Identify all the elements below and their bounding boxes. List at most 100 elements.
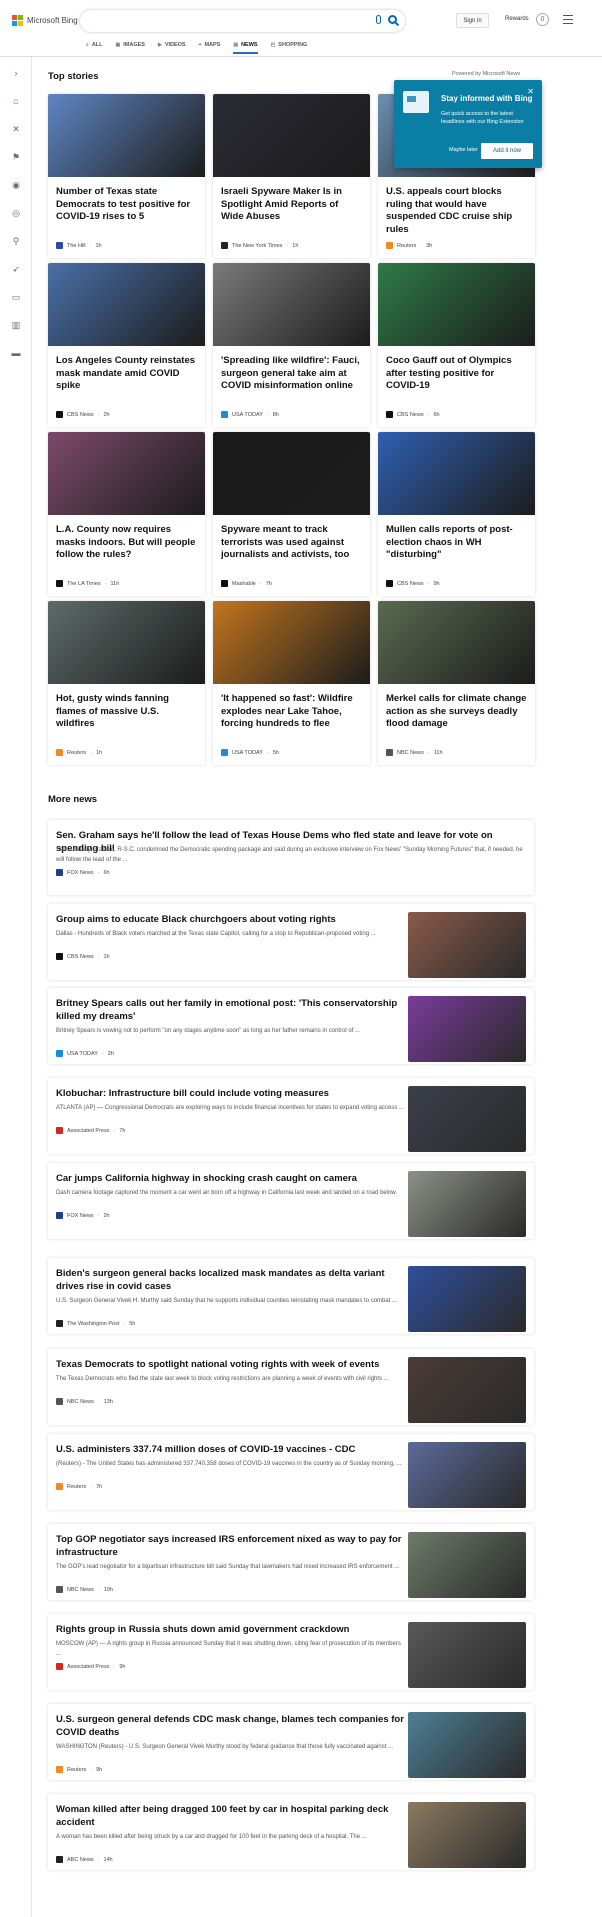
story-title[interactable]: 'Spreading like wildfire': Fauci, surgeo…	[221, 355, 363, 393]
story-image[interactable]	[213, 263, 370, 346]
tab-videos[interactable]: ▶ VIDEOS	[158, 39, 186, 51]
publisher-name[interactable]: Reuters	[67, 1484, 86, 1490]
news-thumbnail[interactable]	[408, 1171, 526, 1237]
sign-in-button[interactable]: Sign in	[456, 13, 489, 28]
publisher-name[interactable]: CBS News	[397, 581, 424, 587]
publisher-name[interactable]: USA TODAY	[232, 750, 263, 756]
story-card[interactable]: 'Spreading like wildfire': Fauci, surgeo…	[213, 263, 370, 427]
story-title[interactable]: 'It happened so fast': Wildfire explodes…	[221, 693, 363, 731]
bank-icon[interactable]: ▥	[10, 319, 22, 331]
news-title[interactable]: Klobuchar: Infrastructure bill could inc…	[56, 1087, 404, 1100]
tab-shopping[interactable]: ◰ SHOPPING	[271, 39, 308, 51]
news-title[interactable]: Biden's surgeon general backs localized …	[56, 1267, 404, 1293]
publisher-name[interactable]: Reuters	[397, 243, 416, 249]
news-thumbnail[interactable]	[408, 912, 526, 978]
publisher-name[interactable]: The Hill	[67, 243, 86, 249]
news-row[interactable]: Biden's surgeon general backs localized …	[48, 1258, 534, 1334]
expand-arrow-icon[interactable]: ›	[10, 67, 22, 79]
news-title[interactable]: Rights group in Russia shuts down amid g…	[56, 1623, 404, 1636]
story-image[interactable]	[378, 263, 535, 346]
publisher-name[interactable]: CBS News	[67, 954, 94, 960]
menu-icon[interactable]	[563, 15, 573, 24]
publisher-name[interactable]: The LA Times	[67, 581, 101, 587]
rewards-link[interactable]: Rewards	[505, 16, 529, 22]
news-title[interactable]: U.S. administers 337.74 million doses of…	[56, 1443, 404, 1456]
tab-maps[interactable]: ⌖ MAPS	[199, 39, 221, 51]
news-row[interactable]: U.S. surgeon general defends CDC mask ch…	[48, 1704, 534, 1780]
tab-all[interactable]: ⌕ ALL	[86, 39, 103, 51]
search-input[interactable]	[80, 10, 405, 32]
story-title[interactable]: Hot, gusty winds fanning flames of massi…	[56, 693, 198, 731]
news-title[interactable]: Top GOP negotiator says increased IRS en…	[56, 1533, 404, 1559]
publisher-name[interactable]: CBS News	[397, 412, 424, 418]
story-card[interactable]: L.A. County now requires masks indoors. …	[48, 432, 205, 596]
news-thumbnail[interactable]	[408, 1712, 526, 1778]
tab-images[interactable]: ▣ IMAGES	[116, 39, 145, 51]
story-image[interactable]	[48, 94, 205, 177]
publisher-name[interactable]: Reuters	[67, 750, 86, 756]
search-icon[interactable]	[388, 15, 397, 24]
publisher-name[interactable]: FOX News	[67, 870, 94, 876]
story-image[interactable]	[378, 432, 535, 515]
story-title[interactable]: Los Angeles County reinstates mask manda…	[56, 355, 198, 393]
news-title[interactable]: Britney Spears calls out her family in e…	[56, 997, 404, 1023]
publisher-name[interactable]: CBS News	[67, 412, 94, 418]
story-title[interactable]: Coco Gauff out of Olympics after testing…	[386, 355, 528, 393]
news-row[interactable]: Britney Spears calls out her family in e…	[48, 988, 534, 1064]
maybe-later-button[interactable]: Maybe later	[449, 147, 478, 153]
news-thumbnail[interactable]	[408, 1266, 526, 1332]
publisher-name[interactable]: USA TODAY	[67, 1051, 98, 1057]
story-image[interactable]	[378, 601, 535, 684]
location-icon[interactable]: ◉	[10, 179, 22, 191]
publisher-name[interactable]: Mashable	[232, 581, 256, 587]
publisher-name[interactable]: The New York Times	[232, 243, 282, 249]
story-card[interactable]: 'It happened so fast': Wildfire explodes…	[213, 601, 370, 765]
story-title[interactable]: L.A. County now requires masks indoors. …	[56, 524, 198, 562]
publisher-name[interactable]: Reuters	[67, 1767, 86, 1773]
publisher-name[interactable]: ABC News	[67, 1857, 94, 1863]
story-card[interactable]: Hot, gusty winds fanning flames of massi…	[48, 601, 205, 765]
news-title[interactable]: Woman killed after being dragged 100 fee…	[56, 1803, 404, 1829]
news-title[interactable]: Texas Democrats to spotlight national vo…	[56, 1358, 404, 1371]
story-card[interactable]: Mullen calls reports of post-election ch…	[378, 432, 535, 596]
publisher-name[interactable]: USA TODAY	[232, 412, 263, 418]
story-image[interactable]	[213, 601, 370, 684]
microphone-icon[interactable]	[376, 15, 381, 24]
story-image[interactable]	[213, 432, 370, 515]
news-title[interactable]: Group aims to educate Black churchgoers …	[56, 913, 404, 926]
publisher-name[interactable]: NBC News	[397, 750, 424, 756]
news-thumbnail[interactable]	[408, 1357, 526, 1423]
news-row[interactable]: Top GOP negotiator says increased IRS en…	[48, 1524, 534, 1600]
news-title[interactable]: Car jumps California highway in shocking…	[56, 1172, 404, 1185]
home-icon[interactable]: ⌂	[10, 95, 22, 107]
story-title[interactable]: Israeli Spyware Maker Is in Spotlight Am…	[221, 186, 363, 224]
news-row[interactable]: Sen. Graham says he'll follow the lead o…	[48, 820, 534, 895]
news-thumbnail[interactable]	[408, 1802, 526, 1868]
story-image[interactable]	[48, 263, 205, 346]
publisher-name[interactable]: NBC News	[67, 1399, 94, 1405]
story-image[interactable]	[48, 601, 205, 684]
story-card[interactable]: Coco Gauff out of Olympics after testing…	[378, 263, 535, 427]
news-row[interactable]: Klobuchar: Infrastructure bill could inc…	[48, 1078, 534, 1154]
story-title[interactable]: Merkel calls for climate change action a…	[386, 693, 528, 731]
news-thumbnail[interactable]	[408, 1532, 526, 1598]
story-title[interactable]: Number of Texas state Democrats to test …	[56, 186, 198, 224]
add-it-now-button[interactable]: Add it now	[481, 143, 533, 159]
news-row[interactable]: Woman killed after being dragged 100 fee…	[48, 1794, 534, 1870]
news-row[interactable]: Rights group in Russia shuts down amid g…	[48, 1614, 534, 1690]
film-icon[interactable]: ▭	[10, 291, 22, 303]
news-row[interactable]: Car jumps California highway in shocking…	[48, 1163, 534, 1239]
story-card[interactable]: Number of Texas state Democrats to test …	[48, 94, 205, 258]
news-title[interactable]: U.S. surgeon general defends CDC mask ch…	[56, 1713, 404, 1739]
news-thumbnail[interactable]	[408, 1086, 526, 1152]
story-card[interactable]: Israeli Spyware Maker Is in Spotlight Am…	[213, 94, 370, 258]
news-thumbnail[interactable]	[408, 996, 526, 1062]
rewards-trophy-icon[interactable]: 0	[536, 13, 549, 26]
news-thumbnail[interactable]	[408, 1622, 526, 1688]
bing-logo[interactable]: Microsoft Bing	[12, 15, 78, 26]
tools-icon[interactable]: ✕	[10, 123, 22, 135]
story-title[interactable]: Spyware meant to track terrorists was us…	[221, 524, 363, 562]
story-title[interactable]: U.S. appeals court blocks ruling that wo…	[386, 186, 528, 236]
news-row[interactable]: Group aims to educate Black churchgoers …	[48, 904, 534, 980]
publisher-name[interactable]: Associated Press	[67, 1664, 110, 1670]
